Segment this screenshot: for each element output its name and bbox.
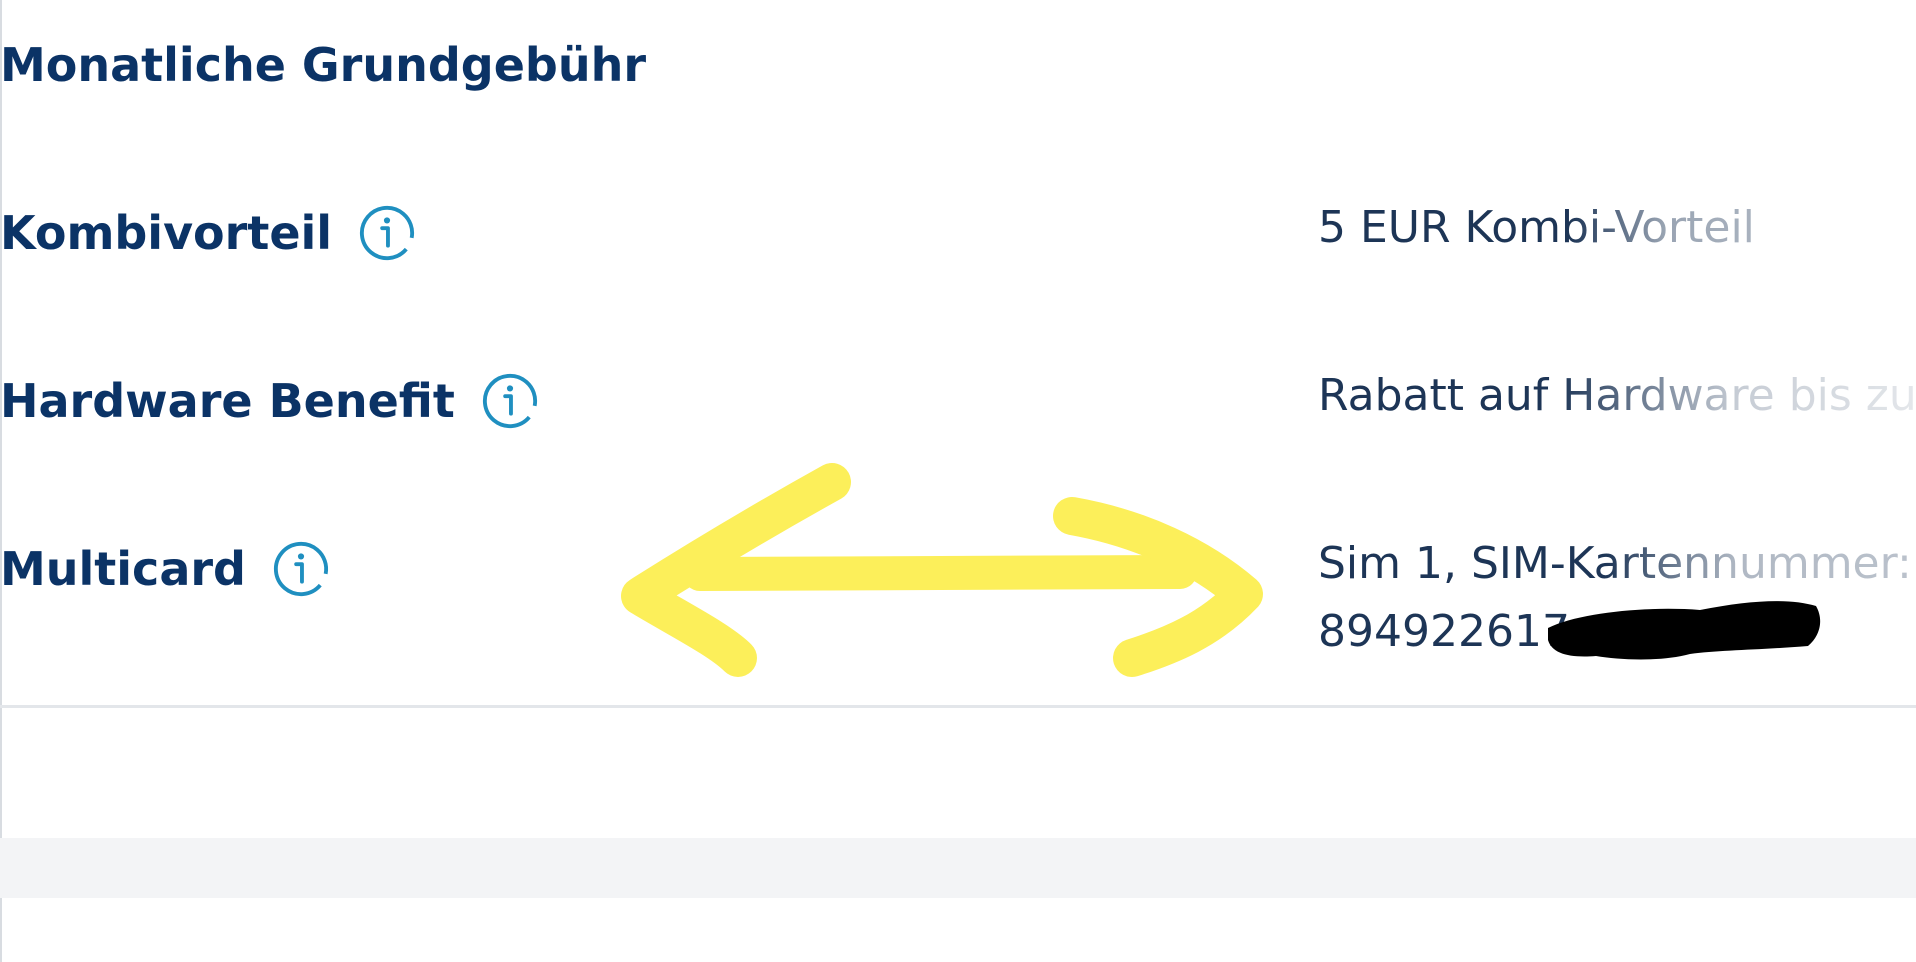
info-icon[interactable] xyxy=(481,372,539,430)
row-label: Kombivorteil xyxy=(0,206,333,260)
redaction-scribble xyxy=(1548,601,1821,660)
row-multicard: Multicard xyxy=(0,540,330,598)
row-label: Hardware Benefit xyxy=(0,374,455,428)
info-icon[interactable] xyxy=(358,204,416,262)
multicard-value-line1: Sim 1, SIM-Kartennummer: xyxy=(1318,538,1912,589)
divider xyxy=(0,705,1916,708)
row-label: Multicard xyxy=(0,542,246,596)
contract-details-page: Monatliche Grundgebühr Kombivorteil 5 EU… xyxy=(0,0,1916,962)
left-border xyxy=(0,0,2,962)
gray-band xyxy=(0,838,1916,898)
annotation-layer xyxy=(621,463,1821,677)
info-icon[interactable] xyxy=(272,540,330,598)
kombivorteil-value: 5 EUR Kombi-Vorteil xyxy=(1318,202,1755,253)
hardware-benefit-value: Rabatt auf Hardware bis zum xyxy=(1318,370,1916,421)
row-kombivorteil: Kombivorteil xyxy=(0,204,416,262)
section-title: Monatliche Grundgebühr xyxy=(0,38,647,92)
row-hardware-benefit: Hardware Benefit xyxy=(0,372,539,430)
double-arrow-annotation xyxy=(621,463,1263,677)
multicard-value-line2: 894922617 xyxy=(1318,606,1570,657)
